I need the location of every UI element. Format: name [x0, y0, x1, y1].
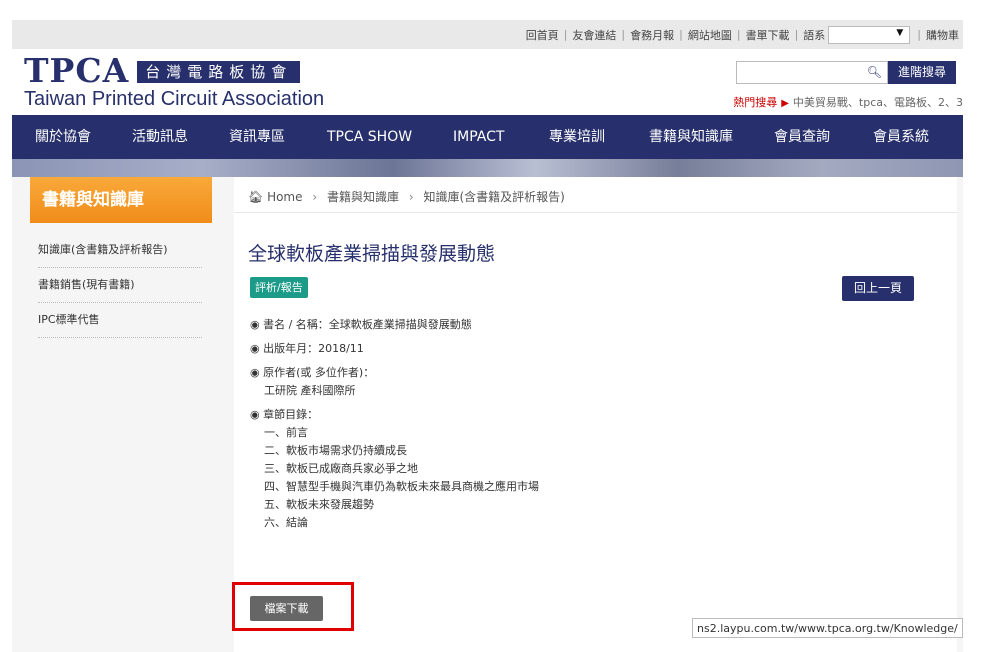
language-select[interactable]: ▼: [828, 25, 911, 44]
advanced-search-button[interactable]: 進階搜尋: [888, 61, 956, 84]
logo-english-name: Taiwan Printed Circuit Association: [24, 88, 325, 110]
nav-training[interactable]: 專業培訓: [549, 115, 605, 159]
separator: |: [736, 28, 741, 41]
sidebar-item-knowledge[interactable]: 知識庫(含書籍及評析報告): [38, 233, 202, 268]
toc-item: 三、軟板已成廠商兵家必爭之地: [264, 462, 418, 475]
sidebar-title: 書籍與知識庫: [30, 177, 212, 223]
toc-item: 一、前言: [264, 426, 308, 439]
toc-item: 四、智慧型手機與汽車仍為軟板未來最具商機之應用市場: [264, 480, 539, 493]
bullet-icon: ◉: [250, 342, 260, 355]
booklist-download-link[interactable]: 書單下載: [746, 27, 790, 43]
search-icon[interactable]: 🔍︎: [867, 65, 882, 79]
separator: |: [621, 28, 626, 41]
breadcrumb-home[interactable]: Home: [267, 190, 302, 204]
nav-tpca-show[interactable]: TPCA SHOW: [327, 115, 412, 159]
bullet-icon: ◉: [250, 408, 260, 421]
nav-impact[interactable]: IMPACT: [453, 115, 504, 159]
logo-chinese-name: 台灣電路板協會: [137, 61, 301, 83]
dropdown-arrow-icon: ▼: [896, 27, 904, 38]
hot-search-label: 熱門搜尋: [733, 96, 778, 109]
breadcrumb-books-knowledge[interactable]: 書籍與知識庫: [327, 190, 399, 204]
highlight-box: [232, 582, 354, 631]
back-button[interactable]: 回上一頁: [842, 276, 914, 301]
top-links: 回首頁 | 友會連結 | 會務月報 | 網站地圖 | 書單下載 | 語系 ▼ |…: [526, 20, 959, 49]
publish-date: 出版年月：2018/11: [263, 342, 364, 355]
banner-image: [12, 159, 963, 177]
language-label: 語系: [803, 28, 826, 42]
site-header: TPCA 台灣電路板協會 Taiwan Printed Circuit Asso…: [12, 49, 963, 115]
nav-info[interactable]: 資訊專區: [229, 115, 285, 159]
logo-abbr: TPCA: [24, 51, 130, 90]
author-label: 原作者(或 多位作者)：: [263, 366, 375, 379]
category-badge: 評析/報告: [250, 277, 308, 298]
main-nav: 關於協會 活動訊息 資訊專區 TPCA SHOW IMPACT 專業培訓 書籍與…: [12, 115, 963, 159]
content-panel: 🏠︎ Home › 書籍與知識庫 › 知識庫(含書籍及評析報告) 全球軟板產業掃…: [234, 177, 957, 652]
play-arrow-icon: ▶: [781, 98, 789, 109]
status-bar-url: ns2.laypu.com.tw/www.tpca.org.tw/Knowled…: [692, 618, 963, 638]
home-link[interactable]: 回首頁: [526, 27, 559, 43]
breadcrumb: 🏠︎ Home › 書籍與知識庫 › 知識庫(含書籍及評析報告): [248, 188, 565, 205]
site-logo[interactable]: TPCA 台灣電路板協會 Taiwan Printed Circuit Asso…: [24, 54, 324, 110]
author: 工研院 產科國際所: [264, 384, 356, 397]
breadcrumb-knowledge[interactable]: 知識庫(含書籍及評析報告): [423, 190, 564, 204]
home-icon: 🏠︎: [248, 190, 264, 204]
separator: |: [563, 28, 568, 41]
nav-books-knowledge[interactable]: 書籍與知識庫: [649, 115, 733, 159]
cart-link[interactable]: 購物車: [926, 27, 959, 43]
hot-search-items[interactable]: 中美貿易戰、tpca、電路板、2、3: [793, 96, 963, 109]
toc-item: 六、結論: [264, 516, 308, 529]
sidebar-item-book-sales[interactable]: 書籍銷售(現有書籍): [38, 268, 202, 303]
top-utility-bar: 回首頁 | 友會連結 | 會務月報 | 網站地圖 | 書單下載 | 語系 ▼ |…: [12, 20, 963, 49]
page-title: 全球軟板產業掃描與發展動態: [248, 243, 496, 265]
book-info: ◉ 書名 / 名稱：全球軟板產業掃描與發展動態 ◉ 出版年月：2018/11 ◉…: [250, 316, 539, 532]
nav-member-system[interactable]: 會員系統: [873, 115, 929, 159]
toc-item: 二、軟板市場需求仍持續成長: [264, 444, 407, 457]
bullet-icon: ◉: [250, 366, 260, 379]
chevron-right-icon: ›: [312, 190, 318, 204]
monthly-report-link[interactable]: 會務月報: [630, 27, 674, 43]
hot-search: 熱門搜尋 ▶ 中美貿易戰、tpca、電路板、2、3: [733, 94, 963, 110]
toc-label: 章節目錄：: [263, 408, 319, 421]
bullet-icon: ◉: [250, 318, 260, 331]
toc-item: 五、軟板未來發展趨勢: [264, 498, 374, 511]
sidebar-item-ipc-standards[interactable]: IPC標準代售: [38, 303, 202, 338]
separator: |: [794, 28, 799, 41]
book-name: 書名 / 名稱：全球軟板產業掃描與發展動態: [263, 318, 472, 331]
nav-about[interactable]: 關於協會: [35, 115, 91, 159]
nav-events[interactable]: 活動訊息: [132, 115, 188, 159]
divider: [234, 212, 957, 213]
separator: |: [679, 28, 683, 41]
chevron-right-icon: ›: [408, 190, 414, 204]
sidebar-menu: 知識庫(含書籍及評析報告) 書籍銷售(現有書籍) IPC標準代售: [38, 233, 202, 338]
main-area: 書籍與知識庫 知識庫(含書籍及評析報告) 書籍銷售(現有書籍) IPC標準代售 …: [12, 177, 963, 652]
separator: |: [917, 28, 921, 41]
partner-links-link[interactable]: 友會連結: [572, 27, 616, 43]
nav-member-query[interactable]: 會員查詢: [774, 115, 830, 159]
sitemap-link[interactable]: 網站地圖: [688, 27, 732, 43]
search-input[interactable]: 🔍︎: [736, 61, 888, 84]
